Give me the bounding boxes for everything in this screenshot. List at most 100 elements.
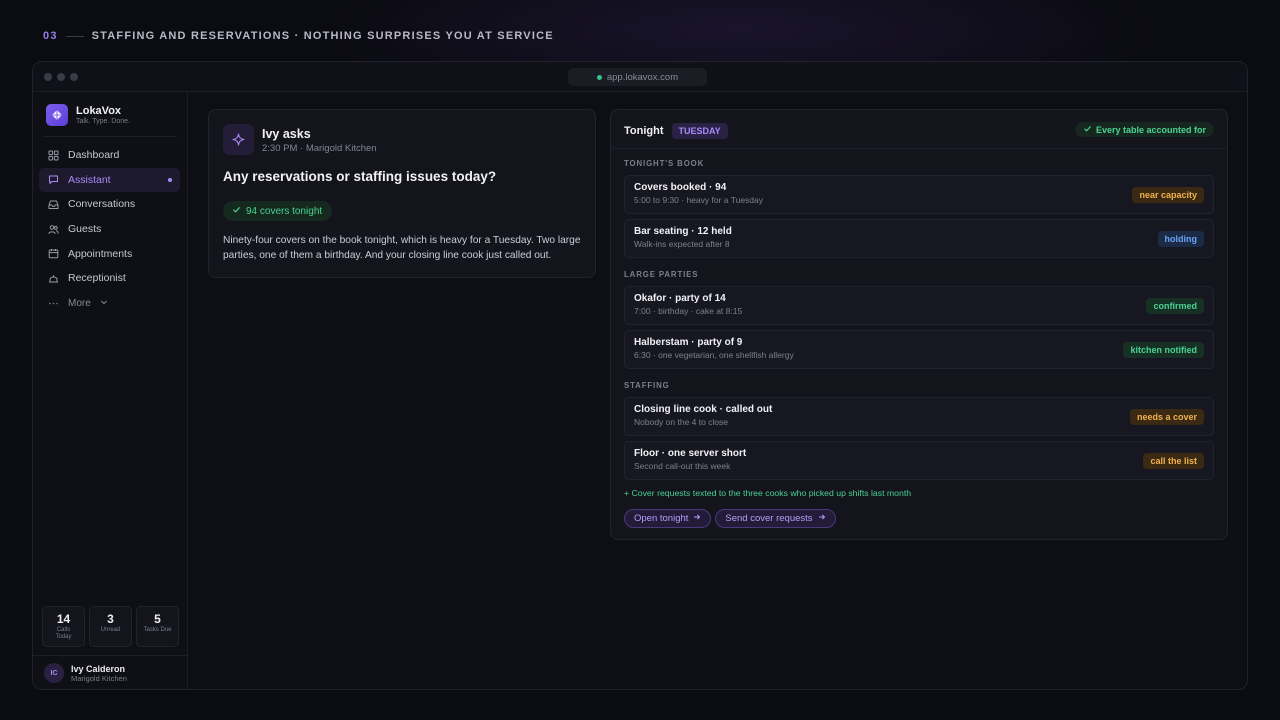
people-icon: [48, 224, 59, 235]
status-badge: kitchen notified: [1123, 342, 1204, 358]
button-label: Open tonight: [634, 513, 689, 524]
row-title: Halberstam · party of 9: [634, 337, 743, 348]
row-title: Floor · one server short: [634, 448, 747, 459]
list-item[interactable]: Okafor · party of 14 7:00 · birthday · c…: [624, 286, 1214, 325]
sidebar-item-label: Appointments: [68, 247, 133, 260]
sidebar-item-appointments[interactable]: Appointments: [39, 242, 180, 266]
button-label: Send cover requests: [725, 513, 813, 524]
stat-value: 3: [107, 612, 114, 626]
stat-tasks-due[interactable]: 5 Tasks Due: [136, 606, 179, 647]
section-label-staffing: STAFFING: [624, 381, 670, 390]
row-subtitle: Second call-out this week: [634, 461, 731, 471]
section-label-book: TONIGHT'S BOOK: [624, 159, 705, 168]
list-item[interactable]: Floor · one server short Second call-out…: [624, 441, 1214, 480]
sidebar-nav: Dashboard Assistant Conversations Guests…: [39, 143, 180, 316]
bell-icon: [48, 273, 59, 284]
row-subtitle: 6:30 · one vegetarian, one shellfish all…: [634, 350, 794, 360]
action-buttons: Open tonight Send cover requests: [624, 509, 836, 528]
asker-name: Ivy asks: [262, 127, 311, 141]
inbox-icon: [48, 199, 59, 210]
sidebar-item-conversations[interactable]: Conversations: [39, 192, 180, 216]
stat-unread[interactable]: 3 Unread: [89, 606, 132, 647]
close-dot[interactable]: [44, 73, 52, 81]
active-indicator-dot: [168, 177, 172, 182]
row-subtitle: Nobody on the 4 to close: [634, 417, 729, 427]
sidebar: LokaVox Talk. Type. Done. Dashboard Assi…: [33, 92, 188, 689]
chat-icon: [48, 174, 59, 185]
brand-divider: [43, 136, 177, 137]
user-org: Marigold Kitchen: [71, 673, 127, 683]
row-subtitle: Walk-ins expected after 8: [634, 239, 730, 249]
calendar-icon: [48, 248, 59, 259]
sidebar-item-guests[interactable]: Guests: [39, 217, 180, 241]
more-label: More: [68, 297, 91, 309]
tonight-header: Tonight TUESDAY: [624, 123, 728, 139]
list-item[interactable]: Bar seating · 12 held Walk-ins expected …: [624, 219, 1214, 258]
panel-title: Tonight: [624, 125, 664, 137]
status-badge: Every table accounted for: [1074, 122, 1214, 137]
brand-name: LokaVox: [76, 104, 122, 117]
arrow-right-icon: [818, 513, 826, 524]
sidebar-item-label: Assistant: [68, 173, 111, 186]
stat-label: Calls Today: [55, 627, 72, 640]
slide-title: STAFFING AND RESERVATIONS · NOTHING SURP…: [91, 30, 554, 42]
header-divider: [611, 148, 1227, 149]
stat-value: 14: [56, 612, 71, 626]
maximize-dot[interactable]: [70, 73, 78, 81]
sidebar-item-label: Conversations: [68, 198, 136, 211]
covers-chip: 94 covers tonight: [223, 201, 333, 221]
row-title: Covers booked · 94: [634, 182, 727, 193]
sidebar-item-label: Receptionist: [68, 272, 126, 285]
action-note: + Cover requests texted to the three coo…: [624, 488, 912, 498]
secure-dot-icon: [596, 74, 602, 80]
tonight-panel: Tonight TUESDAY Every table accounted fo…: [610, 109, 1228, 540]
sidebar-more[interactable]: More: [39, 291, 180, 315]
send-cover-requests-button[interactable]: Send cover requests: [715, 509, 836, 528]
list-item[interactable]: Closing line cook · called out Nobody on…: [624, 397, 1214, 436]
status-label: Every table accounted for: [1095, 124, 1206, 135]
status-badge: near capacity: [1132, 187, 1204, 203]
row-title: Bar seating · 12 held: [634, 226, 732, 237]
open-tonight-button[interactable]: Open tonight: [624, 509, 712, 528]
assistant-question-card: Ivy asks 2:30 PM · Marigold Kitchen Any …: [208, 109, 596, 278]
brand[interactable]: LokaVox Talk. Type. Done.: [46, 104, 130, 126]
question-text: Any reservations or staffing issues toda…: [223, 169, 497, 184]
sidebar-item-receptionist[interactable]: Receptionist: [39, 266, 180, 290]
sidebar-item-label: Guests: [68, 223, 102, 236]
stat-label: Unread: [100, 627, 121, 633]
header-divider: [65, 35, 84, 37]
status-badge: call the list: [1143, 453, 1204, 469]
slide-number: 03: [43, 30, 58, 42]
row-subtitle: 7:00 · birthday · cake at 8:15: [634, 306, 743, 316]
arrow-right-icon: [693, 513, 701, 524]
avatar: IC: [44, 663, 64, 683]
stat-label: Tasks Due: [143, 627, 172, 633]
sidebar-item-label: Dashboard: [68, 149, 120, 161]
sidebar-item-dashboard[interactable]: Dashboard: [39, 143, 180, 167]
browser-titlebar: app.lokavox.com: [33, 62, 1247, 92]
minimize-dot[interactable]: [57, 73, 65, 81]
user-profile[interactable]: IC Ivy Calderon Marigold Kitchen: [44, 663, 127, 683]
sidebar-item-assistant[interactable]: Assistant: [39, 167, 180, 192]
stat-calls-today[interactable]: 14 Calls Today: [42, 606, 85, 647]
ellipsis-icon: [48, 298, 59, 309]
status-badge: holding: [1157, 231, 1204, 247]
row-subtitle: 5:00 to 9:30 · heavy for a Tuesday: [634, 195, 763, 205]
status-badge: needs a cover: [1129, 409, 1204, 425]
grid-icon: [48, 150, 59, 161]
logo-icon: [46, 104, 68, 126]
list-item[interactable]: Halberstam · party of 9 6:30 · one veget…: [624, 330, 1214, 369]
stat-value: 5: [154, 612, 161, 626]
user-name: Ivy Calderon: [71, 663, 126, 674]
answer-text: Ninety-four covers on the book tonight, …: [223, 235, 581, 261]
day-badge: TUESDAY: [671, 123, 728, 139]
status-badge: confirmed: [1146, 298, 1204, 314]
url-text: app.lokavox.com: [606, 71, 679, 83]
url-bar[interactable]: app.lokavox.com: [568, 68, 707, 86]
row-title: Okafor · party of 14: [634, 293, 726, 304]
list-item[interactable]: Covers booked · 94 5:00 to 9:30 · heavy …: [624, 175, 1214, 214]
window-controls: [44, 73, 78, 81]
slide-header: 03 STAFFING AND RESERVATIONS · NOTHING S…: [43, 29, 554, 43]
user-divider: [33, 655, 188, 656]
chip-label: 94 covers tonight: [246, 205, 323, 217]
